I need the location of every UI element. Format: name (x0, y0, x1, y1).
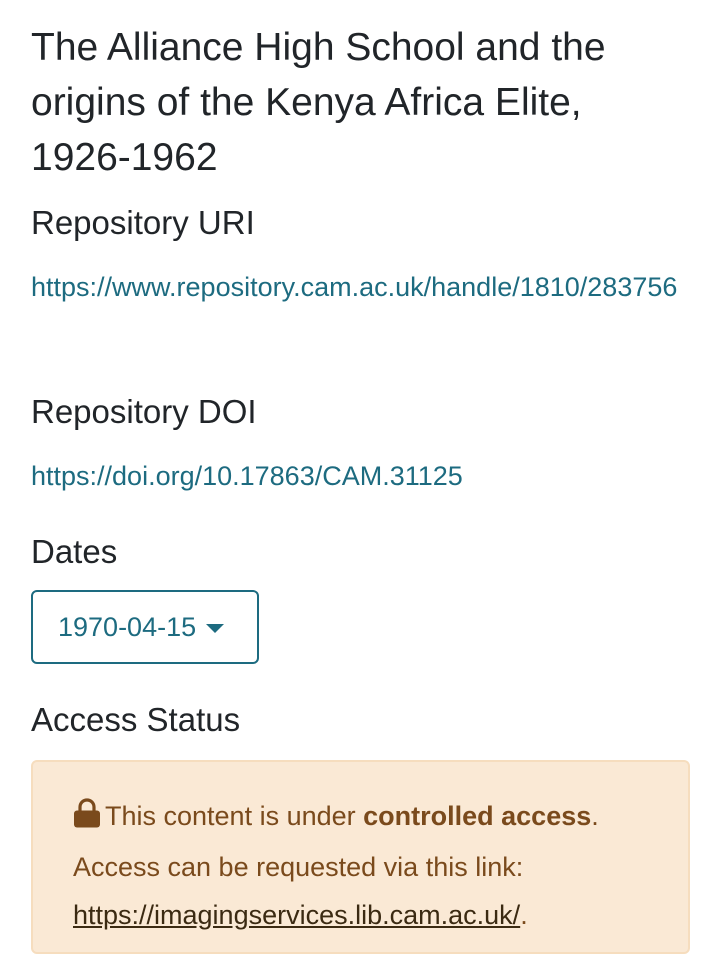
access-status-line-3: https://imagingservices.lib.cam.ac.uk/. (73, 891, 668, 939)
repository-uri-heading: Repository URI (31, 204, 255, 241)
dates-selected-value: 1970-04-15 (58, 611, 197, 642)
access-status-alert: This content is under controlled access.… (31, 760, 690, 954)
page-title: The Alliance High School and the origins… (31, 26, 606, 179)
imaging-services-link[interactable]: https://imagingservices.lib.cam.ac.uk/ (73, 900, 520, 930)
lock-icon (73, 795, 101, 843)
access-status-link-suffix: . (520, 900, 528, 930)
repository-doi-heading: Repository DOI (31, 393, 257, 430)
dates-dropdown-button[interactable]: 1970-04-15 (31, 590, 259, 664)
access-status-line-2: Access can be requested via this link: (73, 852, 524, 882)
dates-heading: Dates (31, 533, 118, 570)
access-status-text: This content is under (105, 801, 364, 831)
access-status-emphasis: controlled access (363, 801, 592, 831)
access-status-line-1: This content is under controlled access. (73, 792, 668, 843)
repository-uri-link[interactable]: https://www.repository.cam.ac.uk/handle/… (31, 263, 691, 311)
caret-down-icon (206, 623, 225, 633)
repository-doi-link[interactable]: https://doi.org/10.17863/CAM.31125 (31, 452, 691, 500)
access-status-period: . (591, 801, 599, 831)
access-status-heading: Access Status (31, 701, 241, 738)
